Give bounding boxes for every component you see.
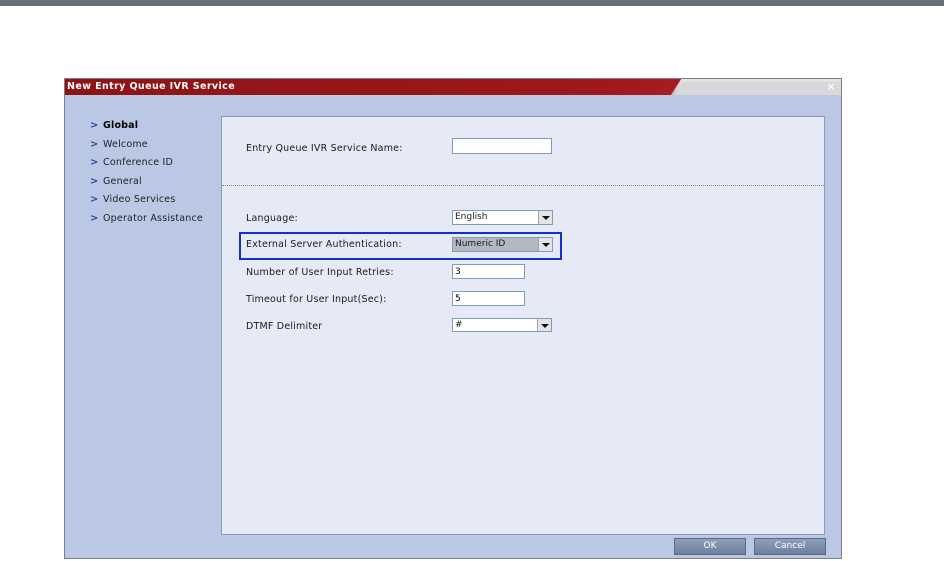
retries-label: Number of User Input Retries: [246,267,394,278]
global-settings-panel: Entry Queue IVR Service Name: Language: … [221,116,825,535]
language-select[interactable]: English [452,210,553,225]
ok-button[interactable]: OK [674,538,746,555]
ext-auth-label: External Server Authentication: [246,239,402,250]
section-divider [222,185,824,186]
titlebar-decoration-inner [675,82,841,95]
chevron-right-icon: > [90,194,99,205]
sidebar-item-general[interactable]: > General [90,175,230,194]
dtmf-select[interactable]: # [452,318,552,332]
sidebar-item-welcome[interactable]: > Welcome [90,138,230,157]
chevron-right-icon: > [90,120,99,131]
sidebar-item-label: General [103,175,142,187]
sidebar-item-label: Conference ID [103,157,174,168]
chevron-down-icon[interactable] [538,211,552,224]
service-name-label: Entry Queue IVR Service Name: [246,143,403,154]
dialog-titlebar[interactable]: New Entry Queue IVR Service × [65,79,841,95]
new-entry-queue-ivr-dialog: New Entry Queue IVR Service × > Global > W… [64,78,842,559]
chevron-right-icon: > [90,138,99,150]
chevron-right-icon: > [90,212,99,224]
sidebar-item-label: Global [103,120,139,131]
dtmf-label: DTMF Delimiter [246,321,323,332]
dialog-title: New Entry Queue IVR Service [67,81,236,92]
ext-auth-select[interactable]: Numeric ID [452,237,553,252]
page-top-bar [0,0,944,6]
sidebar-nav: > Global > Welcome > Conference ID > General… [90,119,230,230]
service-name-input[interactable] [452,138,552,154]
retries-input[interactable] [452,264,525,279]
close-icon[interactable]: × [825,80,837,93]
cancel-button[interactable]: Cancel [754,538,826,555]
timeout-input[interactable] [452,291,525,306]
language-label: Language: [246,213,298,224]
sidebar-item-video-services[interactable]: > Video Services [90,193,230,212]
timeout-label: Timeout for User Input(Sec): [246,294,387,305]
sidebar-item-label: Operator Assistance [103,212,203,224]
chevron-right-icon: > [90,157,99,168]
sidebar-item-global[interactable]: > Global [90,119,230,138]
sidebar-item-operator-assistance[interactable]: > Operator Assistance [90,212,230,231]
chevron-down-icon[interactable] [537,319,551,331]
sidebar-item-label: Welcome [103,138,148,150]
sidebar-item-conference-id[interactable]: > Conference ID [90,156,230,175]
sidebar-item-label: Video Services [103,194,176,205]
chevron-down-icon[interactable] [538,238,552,251]
chevron-right-icon: > [90,175,99,187]
